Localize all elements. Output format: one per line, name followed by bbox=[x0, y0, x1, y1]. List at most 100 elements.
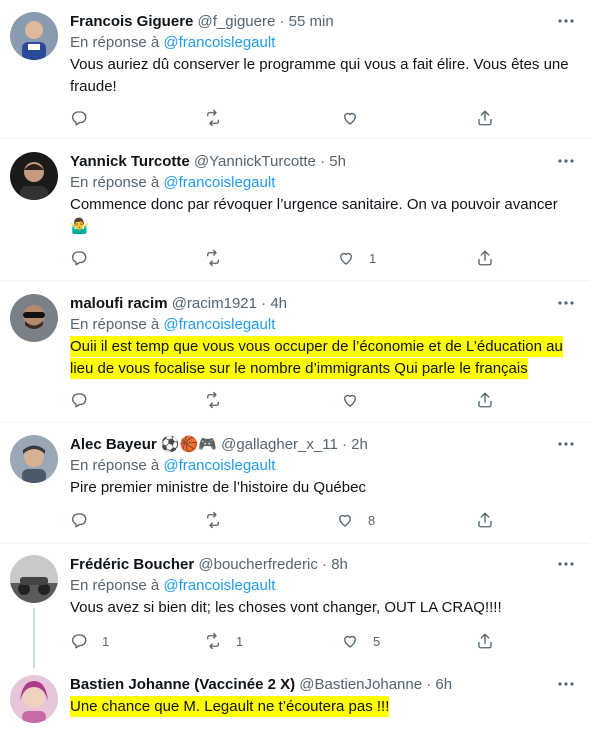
reply-prefix: En réponse à bbox=[70, 577, 160, 594]
highlighted-text-line: lieu de vous focalise sur le nombre d’im… bbox=[70, 358, 528, 379]
author-name[interactable]: maloufi racim bbox=[70, 295, 168, 312]
reply-mention-link[interactable]: @francoislegault bbox=[163, 174, 275, 191]
timestamp[interactable]: 2h bbox=[351, 436, 368, 453]
author-handle[interactable]: @boucherfrederic bbox=[198, 556, 317, 573]
heart-icon bbox=[344, 394, 356, 407]
avatar[interactable] bbox=[10, 152, 58, 200]
tweet-actions bbox=[70, 390, 500, 410]
shrug-emoji: 🤷‍♂️ bbox=[70, 218, 89, 235]
retweet-button[interactable] bbox=[204, 390, 236, 410]
like-count: 5 bbox=[373, 633, 381, 649]
tweet-yannick-turcotte[interactable]: Yannick Turcotte @YannickTurcotte · 5h E… bbox=[0, 152, 590, 278]
share-button[interactable] bbox=[476, 248, 494, 268]
more-icon[interactable] bbox=[556, 557, 576, 571]
author-name[interactable]: Bastien Johanne (Vaccinée 2 X) bbox=[70, 676, 295, 693]
heart-icon bbox=[339, 514, 351, 527]
reply-button[interactable] bbox=[70, 390, 102, 410]
tweet-francois-giguere[interactable]: Francois Giguere @f_giguere · 55 min En … bbox=[0, 12, 590, 138]
tweet-text: Vous avez si bien dit; les choses vont c… bbox=[70, 597, 575, 619]
like-button[interactable]: 8 bbox=[336, 510, 375, 530]
reply-mention-link[interactable]: @francoislegault bbox=[163, 34, 275, 51]
retweet-button[interactable] bbox=[204, 248, 236, 268]
share-icon bbox=[478, 110, 492, 126]
reply-button[interactable] bbox=[70, 108, 102, 128]
retweet-icon bbox=[207, 249, 219, 267]
reply-mention-link[interactable]: @francoislegault bbox=[163, 457, 275, 474]
like-button[interactable] bbox=[341, 108, 373, 128]
tweet-text: Ouii il est temp que vous vous occuper d… bbox=[70, 336, 575, 380]
tweet-text: Vous auriez dû conserver le programme qu… bbox=[70, 54, 575, 98]
timestamp[interactable]: 5h bbox=[329, 153, 346, 170]
heart-icon bbox=[344, 112, 356, 125]
timestamp[interactable]: 4h bbox=[270, 295, 287, 312]
author-handle[interactable]: @f_giguere bbox=[198, 13, 276, 30]
tweet-text-line: Vous auriez dû conserver le programme qu… bbox=[70, 56, 569, 73]
more-icon[interactable] bbox=[556, 437, 576, 451]
more-icon[interactable] bbox=[556, 14, 576, 28]
share-button[interactable] bbox=[476, 631, 494, 651]
reply-mention-link[interactable]: @francoislegault bbox=[163, 316, 275, 333]
tweet-header: Bastien Johanne (Vaccinée 2 X) @BastienJ… bbox=[70, 675, 452, 695]
timestamp[interactable]: 8h bbox=[331, 556, 348, 573]
tweet-text-line: Pire premier ministre de l’histoire du Q… bbox=[70, 479, 366, 496]
avatar[interactable] bbox=[10, 555, 58, 603]
tweet-actions: 8 bbox=[70, 510, 500, 530]
tweet-maloufi-racim[interactable]: maloufi racim @racim1921 · 4h En réponse… bbox=[0, 294, 590, 420]
author-name[interactable]: Frédéric Boucher bbox=[70, 556, 194, 573]
avatar[interactable] bbox=[10, 294, 58, 342]
heart-icon bbox=[340, 252, 352, 265]
tweet-header: Frédéric Boucher @boucherfrederic · 8h bbox=[70, 555, 348, 575]
reply-context: En réponse à @francoislegault bbox=[70, 173, 275, 193]
more-icon[interactable] bbox=[556, 296, 576, 310]
retweet-button[interactable] bbox=[204, 108, 236, 128]
avatar[interactable] bbox=[10, 675, 58, 723]
author-handle[interactable]: @gallagher_x_11 bbox=[221, 436, 338, 453]
tweet-bastien-johanne[interactable]: Bastien Johanne (Vaccinée 2 X) @BastienJ… bbox=[0, 675, 590, 729]
avatar[interactable] bbox=[10, 435, 58, 483]
tweet-divider bbox=[0, 280, 590, 281]
author-handle[interactable]: @BastienJohanne bbox=[299, 676, 422, 693]
share-icon bbox=[478, 512, 492, 528]
reply-context: En réponse à @francoislegault bbox=[70, 33, 275, 53]
retweet-button[interactable] bbox=[204, 510, 236, 530]
tweet-text-line: fraude! bbox=[70, 78, 117, 95]
timestamp[interactable]: 55 min bbox=[289, 13, 334, 30]
tweet-alec-bayeur[interactable]: Alec Bayeur ⚽🏀🎮 @gallagher_x_11 · 2h En … bbox=[0, 435, 590, 535]
name-emoji: ⚽🏀🎮 bbox=[160, 436, 217, 453]
reply-mention-link[interactable]: @francoislegault bbox=[163, 577, 275, 594]
retweet-icon bbox=[207, 511, 219, 529]
tweet-header: Francois Giguere @f_giguere · 55 min bbox=[70, 12, 334, 32]
tweet-divider bbox=[0, 543, 590, 544]
author-handle[interactable]: @racim1921 bbox=[172, 295, 257, 312]
retweet-count: 1 bbox=[236, 633, 244, 649]
reply-context: En réponse à @francoislegault bbox=[70, 456, 275, 476]
reply-button[interactable] bbox=[70, 248, 102, 268]
retweet-button[interactable]: 1 bbox=[204, 631, 243, 651]
retweet-icon bbox=[207, 391, 219, 409]
author-name[interactable]: Francois Giguere bbox=[70, 13, 193, 30]
share-button[interactable] bbox=[476, 108, 494, 128]
highlighted-text-line: Ouii il est temp que vous vous occuper d… bbox=[70, 336, 563, 357]
author-handle[interactable]: @YannickTurcotte bbox=[194, 153, 316, 170]
share-button[interactable] bbox=[476, 510, 494, 530]
reply-button[interactable]: 1 bbox=[70, 631, 109, 651]
author-name[interactable]: Yannick Turcotte bbox=[70, 153, 190, 170]
tweet-actions bbox=[70, 108, 500, 128]
tweet-actions: 1 bbox=[70, 248, 500, 268]
timestamp[interactable]: 6h bbox=[435, 676, 452, 693]
avatar[interactable] bbox=[10, 12, 58, 60]
like-button[interactable]: 5 bbox=[341, 631, 380, 651]
reply-context: En réponse à @francoislegault bbox=[70, 315, 275, 335]
like-button[interactable]: 1 bbox=[337, 248, 376, 268]
like-button[interactable] bbox=[341, 390, 373, 410]
more-icon[interactable] bbox=[556, 154, 576, 168]
separator-dot: · bbox=[279, 13, 285, 30]
share-icon bbox=[478, 250, 492, 266]
share-button[interactable] bbox=[476, 390, 494, 410]
tweet-text-line: Commence donc par révoquer l’urgence san… bbox=[70, 196, 558, 213]
more-icon[interactable] bbox=[556, 677, 576, 691]
tweet-frederic-boucher[interactable]: Frédéric Boucher @boucherfrederic · 8h E… bbox=[0, 555, 590, 665]
separator-dot: · bbox=[341, 436, 347, 453]
reply-button[interactable] bbox=[70, 510, 102, 530]
author-name[interactable]: Alec Bayeur bbox=[70, 436, 157, 453]
